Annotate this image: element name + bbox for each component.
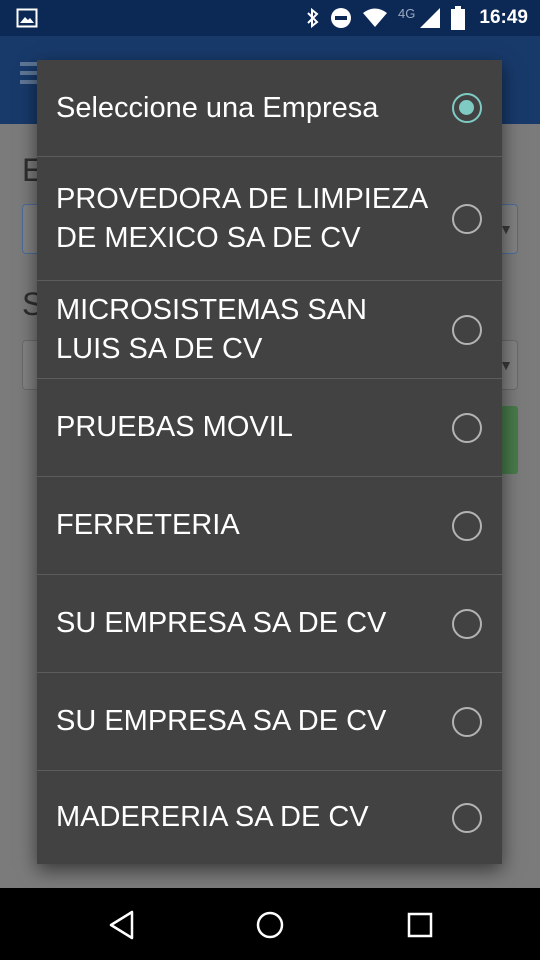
signal-icon bbox=[420, 8, 441, 28]
option-item[interactable]: MICROSISTEMAS SAN LUIS SA DE CV bbox=[37, 281, 502, 379]
radio-unchecked-icon[interactable] bbox=[452, 802, 482, 833]
option-item[interactable]: FERRETERIA bbox=[37, 477, 502, 575]
option-label: SU EMPRESA SA DE CV bbox=[56, 607, 387, 639]
clock: 16:49 bbox=[479, 7, 528, 28]
navigation-bar bbox=[0, 888, 540, 960]
option-item[interactable]: MADERERIA SA DE CV bbox=[37, 771, 502, 864]
image-icon bbox=[16, 8, 38, 28]
option-label: Seleccione una Empresa bbox=[56, 91, 379, 124]
option-label: PROVEDORA DE LIMPIEZA DE MEXICO SA DE CV bbox=[56, 182, 427, 254]
back-icon[interactable] bbox=[108, 910, 136, 940]
network-type: 4G bbox=[398, 6, 416, 21]
recents-icon[interactable] bbox=[407, 910, 433, 940]
option-item[interactable]: Seleccione una Empresa bbox=[37, 60, 502, 157]
wifi-icon bbox=[363, 8, 388, 27]
radio-unchecked-icon[interactable] bbox=[452, 608, 482, 639]
status-bar: 4G 16:49 bbox=[0, 0, 540, 36]
radio-unchecked-icon[interactable] bbox=[452, 510, 482, 541]
option-label: MADERERIA SA DE CV bbox=[56, 801, 369, 833]
option-label: MICROSISTEMAS SAN LUIS SA DE CV bbox=[56, 293, 367, 365]
option-item[interactable]: PROVEDORA DE LIMPIEZA DE MEXICO SA DE CV bbox=[37, 157, 502, 281]
bluetooth-icon bbox=[307, 7, 319, 29]
battery-icon bbox=[451, 6, 466, 30]
do-not-disturb-icon bbox=[331, 8, 352, 28]
company-selection-dialog: Seleccione una Empresa PROVEDORA DE LIMP… bbox=[37, 60, 502, 864]
option-label: SU EMPRESA SA DE CV bbox=[56, 705, 387, 737]
option-label: FERRETERIA bbox=[56, 509, 240, 541]
option-item[interactable]: SU EMPRESA SA DE CV bbox=[37, 575, 502, 673]
radio-unchecked-icon[interactable] bbox=[452, 706, 482, 737]
home-icon[interactable] bbox=[255, 910, 285, 940]
radio-unchecked-icon[interactable] bbox=[452, 314, 482, 345]
option-item[interactable]: PRUEBAS MOVIL bbox=[37, 379, 502, 477]
radio-unchecked-icon[interactable] bbox=[452, 412, 482, 443]
option-item[interactable]: SU EMPRESA SA DE CV bbox=[37, 673, 502, 771]
option-label: PRUEBAS MOVIL bbox=[56, 411, 293, 443]
radio-checked-icon[interactable] bbox=[452, 93, 482, 123]
radio-unchecked-icon[interactable] bbox=[452, 203, 482, 234]
